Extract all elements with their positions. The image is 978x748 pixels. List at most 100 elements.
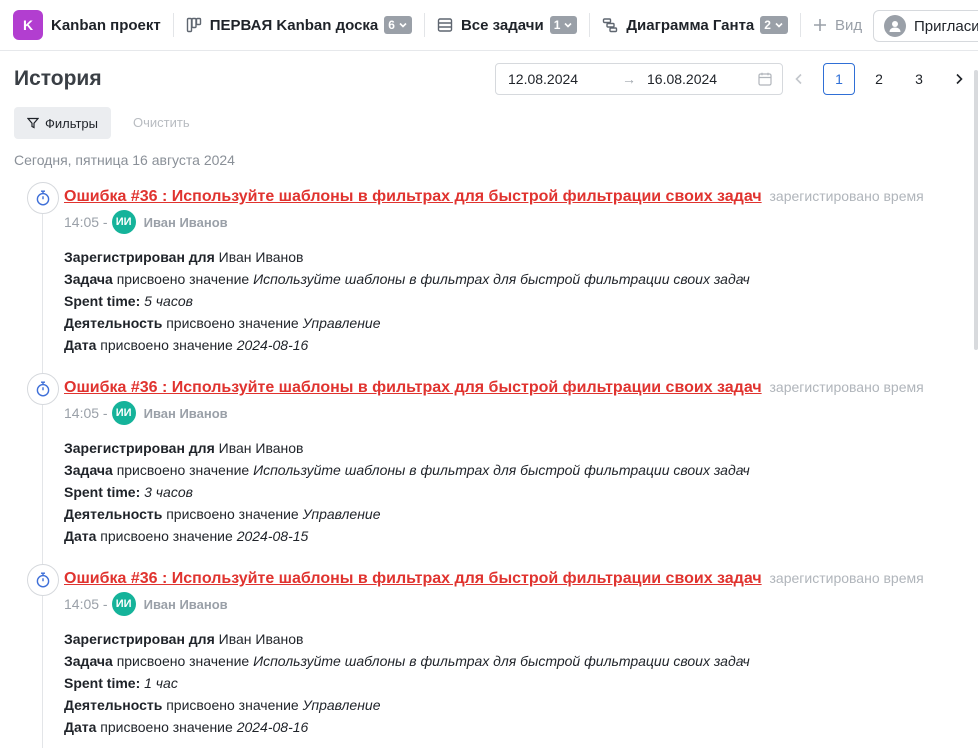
filters-button[interactable]: Фильтры bbox=[14, 107, 111, 139]
chevron-down-icon bbox=[564, 22, 572, 28]
entry-time: 14:05 - bbox=[64, 214, 108, 230]
detail-value: Иван Иванов bbox=[218, 249, 304, 265]
avatar: ИИ bbox=[111, 401, 136, 425]
detail-value: 5 часов bbox=[144, 293, 193, 309]
date-end-input[interactable]: 16.08.2024 bbox=[647, 71, 717, 87]
prev-page-button[interactable] bbox=[783, 63, 815, 95]
detail-activity: Деятельность присвоено значение Управлен… bbox=[64, 697, 380, 713]
list-icon bbox=[437, 17, 453, 33]
user-name[interactable]: Иван Иванов bbox=[144, 597, 228, 612]
date-start-input[interactable]: 12.08.2024 bbox=[508, 71, 578, 87]
detail-label: Зарегистрирован для bbox=[64, 631, 215, 647]
chevron-left-icon bbox=[795, 73, 802, 85]
detail-label: Spent time: bbox=[64, 484, 141, 500]
tab-label: Все задачи bbox=[460, 16, 544, 34]
entry-action: зарегистировано время bbox=[769, 188, 924, 204]
avatar: ИИ bbox=[111, 592, 136, 616]
detail-verb: присвоено значение bbox=[100, 528, 233, 544]
detail-registered: Зарегистрирован для Иван Иванов bbox=[64, 249, 303, 265]
date-range-picker[interactable]: 12.08.2024 → 16.08.2024 bbox=[495, 63, 783, 95]
page-button-2[interactable]: 2 bbox=[863, 63, 895, 95]
detail-activity: Деятельность присвоено значение Управлен… bbox=[64, 315, 380, 331]
filters-label: Фильтры bbox=[44, 115, 98, 131]
entry-time: 14:05 - bbox=[64, 596, 108, 612]
entry-meta: 14:05 - ИИ Иван Иванов bbox=[64, 401, 228, 425]
detail-task: Задача присвоено значение Используйте ша… bbox=[64, 462, 750, 478]
add-view-button[interactable]: Вид bbox=[813, 17, 862, 34]
user-name[interactable]: Иван Иванов bbox=[144, 215, 228, 230]
page-title: История bbox=[14, 67, 102, 90]
calendar-icon bbox=[758, 72, 772, 89]
detail-label: Дата bbox=[64, 528, 97, 544]
detail-value: Управление bbox=[302, 315, 381, 331]
detail-verb: присвоено значение bbox=[100, 719, 233, 735]
detail-value: 2024-08-15 bbox=[236, 528, 309, 544]
next-page-button[interactable] bbox=[943, 63, 975, 95]
detail-verb: присвоено значение bbox=[166, 697, 299, 713]
tab-kanban-board[interactable]: ПЕРВАЯ Kanban доска 6 bbox=[186, 16, 412, 34]
detail-label: Дата bbox=[64, 719, 97, 735]
detail-value: 1 час bbox=[144, 675, 178, 691]
project-name[interactable]: Kanban проект bbox=[51, 17, 161, 34]
invite-button[interactable]: Пригласить bbox=[873, 10, 978, 42]
page-button-1[interactable]: 1 bbox=[823, 63, 855, 95]
detail-verb: присвоено значение bbox=[166, 315, 299, 331]
clear-filters-button[interactable]: Очистить bbox=[133, 115, 190, 130]
tab-count: 1 bbox=[553, 18, 561, 32]
detail-value: Управление bbox=[302, 506, 381, 522]
detail-date: Дата присвоено значение 2024-08-16 bbox=[64, 337, 308, 353]
entry-header: Ошибка #36 : Используйте шаблоны в фильт… bbox=[64, 379, 924, 397]
issue-link[interactable]: Ошибка #36 : Используйте шаблоны в фильт… bbox=[64, 379, 762, 396]
plus-icon bbox=[813, 19, 826, 31]
user-name[interactable]: Иван Иванов bbox=[144, 406, 228, 421]
detail-activity: Деятельность присвоено значение Управлен… bbox=[64, 506, 380, 522]
detail-value: Используйте шаблоны в фильтрах для быстр… bbox=[253, 653, 750, 669]
project-avatar[interactable]: K bbox=[13, 10, 43, 40]
detail-value: 3 часов bbox=[144, 484, 193, 500]
add-view-label: Вид bbox=[834, 16, 863, 34]
detail-value: 2024-08-16 bbox=[236, 719, 309, 735]
chevron-down-icon bbox=[775, 22, 783, 28]
tab-count-badge[interactable]: 6 bbox=[384, 16, 412, 34]
detail-label: Spent time: bbox=[64, 293, 141, 309]
detail-label: Зарегистрирован для bbox=[64, 249, 215, 265]
page-button-3[interactable]: 3 bbox=[903, 63, 935, 95]
tab-all-tasks[interactable]: Все задачи 1 bbox=[437, 16, 578, 34]
detail-task: Задача присвоено значение Используйте ша… bbox=[64, 271, 750, 287]
stopwatch-icon bbox=[27, 564, 59, 596]
detail-spent-time: Spent time: 3 часов bbox=[64, 484, 193, 500]
scrollbar[interactable] bbox=[974, 70, 978, 350]
detail-value: Иван Иванов bbox=[218, 631, 304, 647]
gantt-icon bbox=[602, 17, 618, 33]
tab-count: 2 bbox=[764, 18, 771, 32]
detail-task: Задача присвоено значение Используйте ша… bbox=[64, 653, 750, 669]
detail-value: 2024-08-16 bbox=[236, 337, 309, 353]
issue-link[interactable]: Ошибка #36 : Используйте шаблоны в фильт… bbox=[64, 570, 762, 587]
stopwatch-icon bbox=[27, 182, 59, 214]
detail-label: Деятельность bbox=[64, 506, 163, 522]
tab-count-badge[interactable]: 2 bbox=[760, 16, 788, 34]
date-range-arrow: → bbox=[622, 71, 636, 87]
chevron-down-icon bbox=[399, 22, 407, 28]
nav-divider bbox=[799, 13, 801, 37]
detail-verb: присвоено значение bbox=[166, 506, 299, 522]
detail-registered: Зарегистрирован для Иван Иванов bbox=[64, 631, 303, 647]
nav-divider bbox=[172, 13, 174, 37]
detail-value: Используйте шаблоны в фильтрах для быстр… bbox=[253, 462, 750, 478]
filter-icon bbox=[26, 117, 39, 129]
detail-verb: присвоено значение bbox=[116, 462, 250, 478]
detail-value: Используйте шаблоны в фильтрах для быстр… bbox=[253, 271, 750, 287]
tab-count-badge[interactable]: 1 bbox=[549, 16, 578, 34]
entry-meta: 14:05 - ИИ Иван Иванов bbox=[64, 592, 228, 616]
detail-label: Задача bbox=[64, 653, 113, 669]
tab-gantt[interactable]: Диаграмма Ганта 2 bbox=[602, 16, 788, 34]
stopwatch-icon bbox=[27, 373, 59, 405]
nav-divider bbox=[589, 13, 591, 37]
history-entry: Ошибка #36 : Используйте шаблоны в фильт… bbox=[0, 182, 978, 372]
tab-label: ПЕРВАЯ Kanban доска bbox=[209, 16, 379, 34]
nav-divider bbox=[423, 13, 425, 37]
detail-label: Задача bbox=[64, 462, 113, 478]
issue-link[interactable]: Ошибка #36 : Используйте шаблоны в фильт… bbox=[64, 188, 762, 205]
entry-header: Ошибка #36 : Используйте шаблоны в фильт… bbox=[64, 570, 924, 588]
detail-label: Задача bbox=[64, 271, 113, 287]
